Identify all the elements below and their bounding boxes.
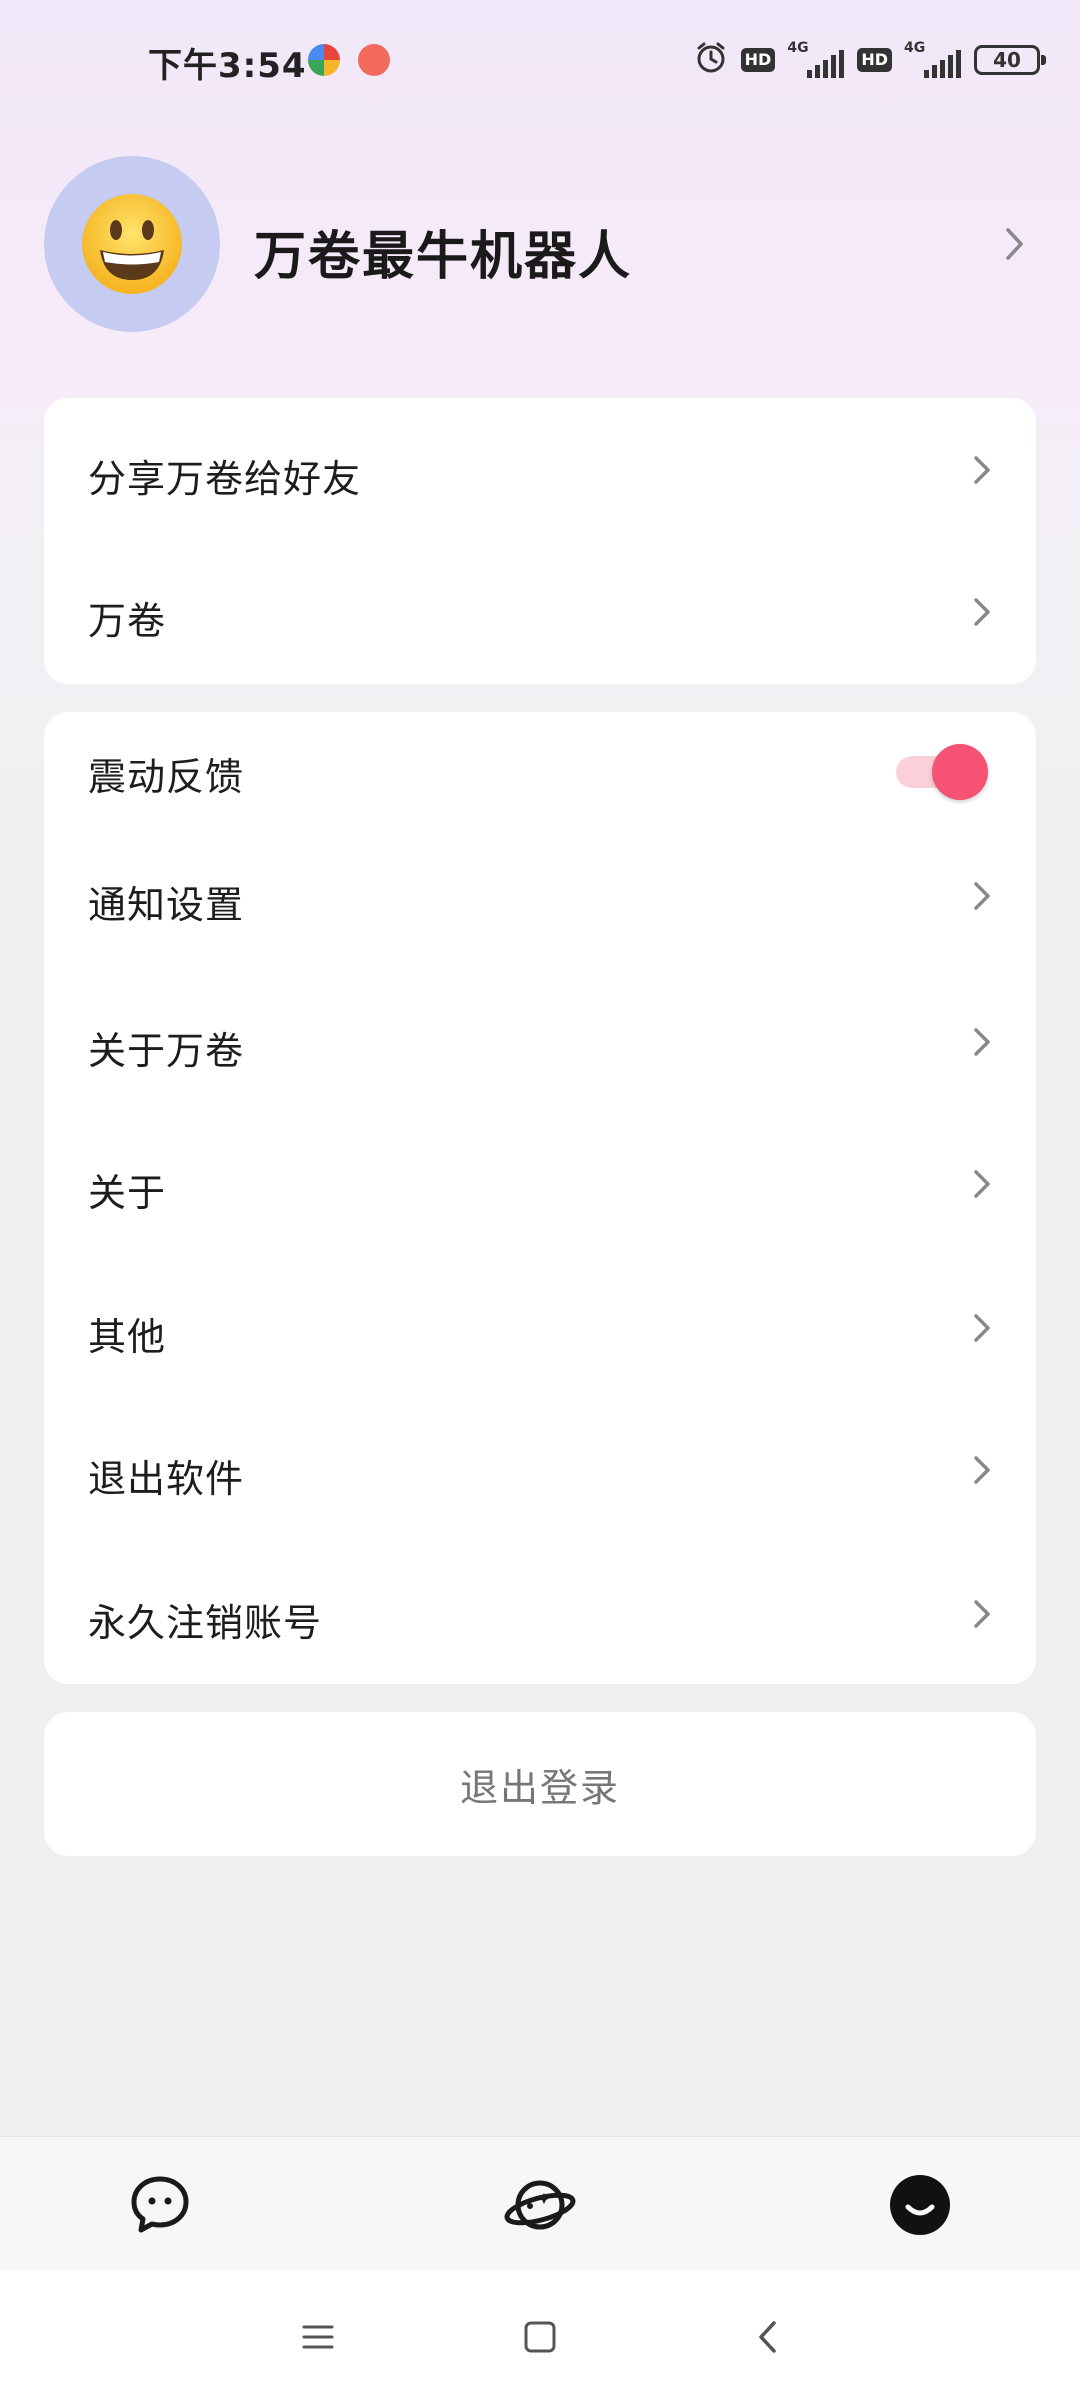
tab-chat[interactable] (124, 2169, 196, 2241)
chevron-right-icon (972, 454, 992, 490)
menu-item-other[interactable]: 其他 (44, 1278, 1036, 1378)
menu-item-label: 退出软件 (88, 1457, 245, 1501)
menu-item-vibration: 震动反馈 (44, 718, 1036, 818)
menu-item-exit-app[interactable]: 退出软件 (44, 1420, 1036, 1520)
planet-icon (504, 2180, 576, 2230)
back-chevron-icon (759, 2321, 776, 2353)
tab-discover[interactable] (504, 2169, 576, 2241)
hamburger-icon (302, 2325, 334, 2349)
home-nav-button[interactable] (518, 2315, 562, 2359)
username: 万卷最牛机器人 (254, 227, 633, 287)
hd-badge: HD (740, 48, 776, 72)
chevron-right-icon (1004, 226, 1026, 266)
alarm-icon (693, 40, 729, 80)
hd-badge: HD (857, 48, 892, 72)
menu-item-label: 万卷 (88, 599, 167, 643)
grinning-face-icon (82, 194, 182, 294)
menu-item-label: 其他 (88, 1315, 167, 1359)
lock-app-icon (358, 44, 390, 76)
chevron-right-icon (972, 1312, 992, 1348)
chevron-right-icon (972, 1454, 992, 1490)
system-nav-bar (0, 2270, 1080, 2400)
menu-card-settings: 震动反馈 通知设置 关于万卷 关于 其他 退出软件 永久注销账号 (44, 712, 1036, 1684)
menu-item-label: 关于万卷 (88, 1029, 245, 1073)
tab-profile[interactable] (884, 2169, 956, 2241)
menu-card-share: 分享万卷给好友 万卷 (44, 398, 1036, 684)
menu-nav-button[interactable] (296, 2315, 340, 2359)
status-icons: HD 4G HD 4G 40 (693, 40, 1046, 80)
chat-icon (131, 2176, 189, 2233)
chevron-right-icon (972, 596, 992, 632)
battery-level: 40 (993, 48, 1021, 72)
profile-smile-icon (890, 2175, 950, 2235)
chevron-right-icon (972, 1168, 992, 1204)
signal-icon: 4G (904, 40, 962, 80)
signal-icon: 4G (787, 40, 845, 80)
menu-item-label: 关于 (88, 1171, 167, 1215)
menu-item-notification-settings[interactable]: 通知设置 (44, 846, 1036, 946)
menu-item-about-wanjuan[interactable]: 关于万卷 (44, 992, 1036, 1092)
back-nav-button[interactable] (746, 2315, 790, 2359)
menu-item-label: 分享万卷给好友 (88, 457, 362, 501)
menu-item-about[interactable]: 关于 (44, 1134, 1036, 1234)
chevron-right-icon (972, 880, 992, 916)
chevron-right-icon (972, 1598, 992, 1634)
menu-item-label: 震动反馈 (88, 755, 245, 799)
app-notification-icon (308, 44, 340, 76)
logout-button[interactable]: 退出登录 (44, 1712, 1036, 1856)
chevron-right-icon (972, 1026, 992, 1062)
menu-item-delete-account[interactable]: 永久注销账号 (44, 1564, 1036, 1664)
home-square-icon (524, 2321, 556, 2353)
battery-icon: 40 (974, 45, 1046, 75)
toggle-knob (932, 744, 988, 800)
menu-item-label: 永久注销账号 (88, 1601, 323, 1645)
menu-item-share[interactable]: 分享万卷给好友 (44, 420, 1036, 520)
menu-item-wanjuan[interactable]: 万卷 (44, 562, 1036, 662)
avatar[interactable] (44, 156, 220, 332)
status-time: 下午3:54 (148, 46, 307, 86)
status-bar: 下午3:54 HD 4G HD 4G 40 (0, 0, 1080, 120)
menu-item-label: 通知设置 (88, 883, 245, 927)
vibration-toggle[interactable] (896, 744, 988, 800)
bottom-tab-bar (0, 2136, 1080, 2271)
profile-header[interactable]: 万卷最牛机器人 (44, 156, 1036, 332)
